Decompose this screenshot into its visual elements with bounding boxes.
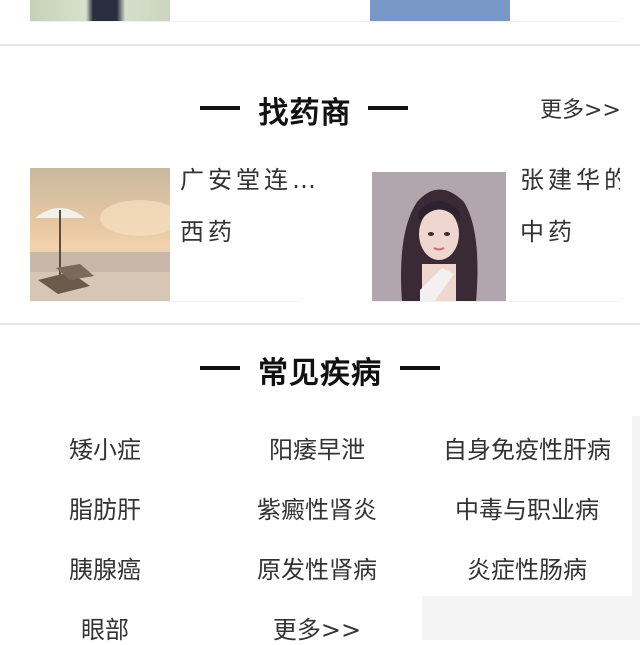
disease-item[interactable]: 中毒与职业病 (422, 490, 632, 525)
disease-item[interactable]: 胰腺癌 (0, 550, 210, 585)
disease-item[interactable]: 矮小症 (0, 430, 210, 465)
disease-item[interactable]: 炎症性肠病 (422, 550, 632, 585)
merchants-title: 找药商 (258, 96, 352, 131)
title-dash-right (368, 106, 408, 110)
merchants-more-link[interactable]: 更多>> (540, 92, 621, 124)
card-divider (30, 301, 300, 302)
disease-item[interactable]: 自身免疫性肝病 (422, 430, 632, 465)
title-dash-left (200, 106, 240, 110)
merchant-image-portrait[interactable] (372, 172, 506, 302)
previous-card-image-right[interactable] (370, 0, 510, 22)
card-divider (370, 301, 620, 302)
title-dash-right (400, 366, 440, 370)
diseases-title: 常见疾病 (258, 356, 382, 391)
section-divider (0, 44, 640, 46)
merchant-image-beach[interactable] (30, 168, 170, 302)
merchant-name[interactable]: 张建华的 (520, 160, 620, 195)
disease-item[interactable]: 阳痿早泄 (212, 430, 422, 465)
empty-grid-cell (422, 596, 640, 640)
merchant-name[interactable]: 广安堂连… (180, 160, 320, 195)
merchant-category: 中药 (520, 218, 576, 246)
merchant-category: 西药 (180, 218, 236, 246)
disease-item[interactable]: 脂肪肝 (0, 490, 210, 525)
section-divider (0, 323, 640, 325)
disease-item[interactable]: 紫癜性肾炎 (212, 490, 422, 525)
background-block (632, 416, 640, 596)
previous-card-image-left[interactable] (30, 0, 170, 22)
disease-item[interactable]: 原发性肾病 (212, 550, 422, 585)
title-dash-left (200, 366, 240, 370)
divider (30, 21, 620, 22)
